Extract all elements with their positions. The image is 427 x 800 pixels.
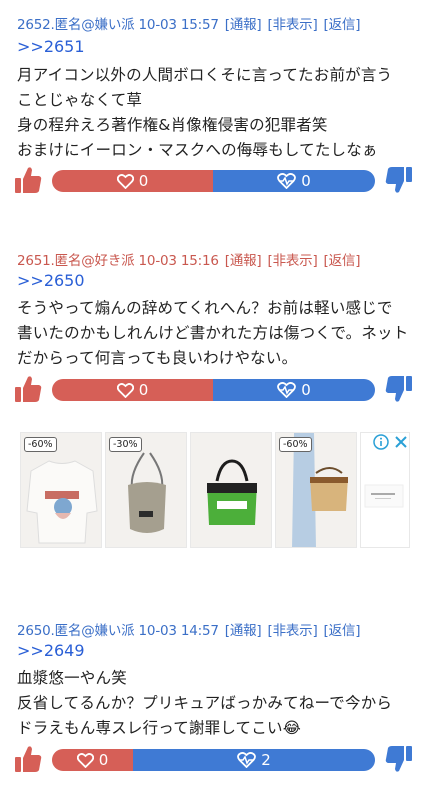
post-header: 2652.匿名@嫌い派 10-03 15:57 [通報] [非表示] [返信]	[17, 13, 360, 33]
good-count: 0	[138, 172, 149, 190]
reply-button[interactable]: [返信]	[324, 623, 361, 639]
ad-product-card[interactable]	[190, 432, 272, 548]
close-icon[interactable]	[392, 433, 410, 451]
green-bag-image	[191, 433, 271, 547]
post-body-line: 月アイコン以外の人間ボロくそに言ってたお前が言う	[17, 66, 393, 84]
post-body-line: だからって何言っても良いわけやない。	[17, 349, 298, 367]
post-meta: 2650.匿名@嫌い派 10-03 14:57	[17, 623, 219, 639]
good-vote-button[interactable]: 0	[52, 749, 133, 771]
discount-badge: -60%	[24, 437, 57, 452]
thumbs-up-icon[interactable]	[14, 744, 42, 774]
post-body-line: ドラえもん専スレ行って謝罪してこい😂	[17, 719, 301, 737]
reply-anchor-link[interactable]: >>2649	[17, 641, 85, 660]
good-count: 0	[98, 751, 109, 769]
post-body-line: 身の程弁えろ著作権&肖像権侵害の犯罪者笑	[17, 116, 328, 134]
bad-vote-button[interactable]: 2	[133, 749, 375, 771]
post-body-line: ことじゃなくて草	[17, 91, 143, 109]
reply-button[interactable]: [返信]	[324, 17, 361, 33]
post-meta: 2651.匿名@好き派 10-03 15:16	[17, 253, 219, 269]
post-body-line: 反省してるんか？プリキュアばっかみてねーで今から	[17, 694, 393, 712]
thumbs-down-icon[interactable]	[385, 744, 413, 774]
hide-link[interactable]: [非表示]	[268, 623, 318, 639]
post-body-line: 書いたのかもしれんけど書かれた方は傷つくで。ネット	[17, 324, 409, 342]
vote-bar: 0 2	[52, 749, 375, 771]
post-header: 2651.匿名@好き派 10-03 15:16 [通報] [非表示] [返信]	[17, 249, 360, 269]
vote-row: 0 2	[0, 742, 427, 778]
ad-product-card[interactable]: -60%	[20, 432, 102, 548]
report-link[interactable]: [通報]	[225, 253, 262, 269]
bad-count: 2	[261, 751, 271, 769]
bad-vote-button[interactable]: 0	[213, 170, 375, 192]
vote-row: 0 0	[0, 372, 427, 408]
discount-badge: -30%	[109, 437, 142, 452]
heart-icon	[76, 752, 94, 768]
vote-row: 0 0	[0, 163, 427, 199]
hide-link[interactable]: [非表示]	[268, 17, 318, 33]
heart-pulse-icon	[277, 173, 297, 189]
heart-icon	[116, 173, 134, 189]
bad-count: 0	[301, 381, 311, 399]
post-meta: 2652.匿名@嫌い派 10-03 15:57	[17, 17, 219, 33]
reply-anchor-link[interactable]: >>2651	[17, 37, 85, 56]
good-count: 0	[138, 381, 149, 399]
heart-pulse-icon	[277, 382, 297, 398]
bad-vote-button[interactable]: 0	[213, 379, 375, 401]
good-vote-button[interactable]: 0	[52, 170, 213, 192]
ad-product-card[interactable]: -30%	[105, 432, 187, 548]
post-header: 2650.匿名@嫌い派 10-03 14:57 [通報] [非表示] [返信]	[17, 619, 360, 639]
good-vote-button[interactable]: 0	[52, 379, 213, 401]
post-body-line: そうやって煽んの辞めてくれへん？お前は軽い感じで	[17, 299, 393, 317]
reply-button[interactable]: [返信]	[324, 253, 361, 269]
hide-link[interactable]: [非表示]	[268, 253, 318, 269]
post-body-line: 血漿悠一やん笑	[17, 669, 127, 687]
info-icon[interactable]	[373, 434, 389, 450]
thumbs-down-icon[interactable]	[385, 165, 413, 195]
report-link[interactable]: [通報]	[225, 623, 262, 639]
discount-badge: -60%	[279, 437, 312, 452]
reply-anchor-link[interactable]: >>2650	[17, 271, 85, 290]
thumbs-down-icon[interactable]	[385, 374, 413, 404]
post-body-line: おまけにイーロン・マスクへの侮辱もしてたしなぁ	[17, 141, 378, 159]
report-link[interactable]: [通報]	[225, 17, 262, 33]
vote-bar: 0 0	[52, 379, 375, 401]
thumbs-up-icon[interactable]	[14, 374, 42, 404]
heart-icon	[116, 382, 134, 398]
heart-pulse-icon	[237, 752, 257, 768]
bad-count: 0	[301, 172, 311, 190]
ad-product-card[interactable]: -60%	[275, 432, 357, 548]
vote-bar: 0 0	[52, 170, 375, 192]
ad-banner[interactable]: -60% -30% -60%	[0, 432, 427, 550]
thumbs-up-icon[interactable]	[14, 165, 42, 195]
